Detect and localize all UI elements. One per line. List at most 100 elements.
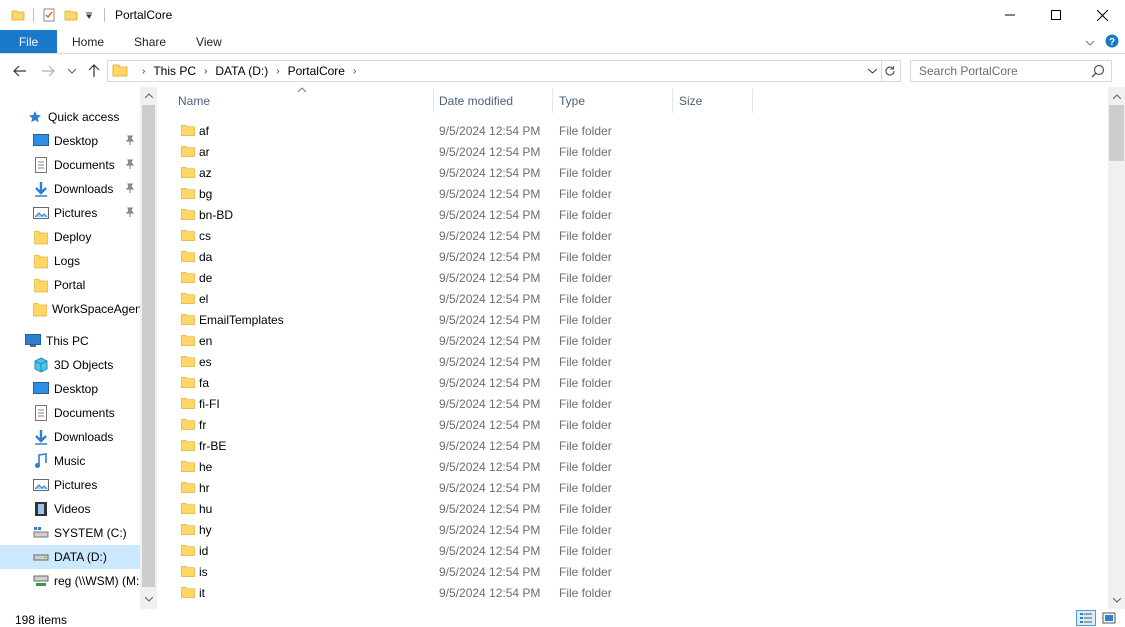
breadcrumb-data-drive[interactable]: DATA (D:) [215,64,268,78]
properties-icon[interactable] [40,6,58,24]
pin-icon[interactable] [125,183,135,196]
help-icon[interactable]: ? [1105,34,1119,51]
refresh-button[interactable] [880,60,901,82]
sidebar-item-reg-wsm-m[interactable]: reg (\\WSM) (M: [0,569,140,593]
file-name: bn-BD [199,208,234,222]
column-header-size[interactable]: Size [673,87,753,115]
maximize-button[interactable] [1033,0,1079,30]
large-icons-view-button[interactable] [1099,610,1119,626]
table-row[interactable]: en 9/5/2024 12:54 PM File folder [160,330,760,351]
table-row[interactable]: id 9/5/2024 12:54 PM File folder [160,540,760,561]
table-row[interactable]: fr 9/5/2024 12:54 PM File folder [160,414,760,435]
customize-toolbar-icon[interactable] [80,6,98,24]
search-icon[interactable] [1091,64,1105,81]
table-row[interactable]: hy 9/5/2024 12:54 PM File folder [160,519,760,540]
table-row[interactable]: cs 9/5/2024 12:54 PM File folder [160,225,760,246]
column-header-date[interactable]: Date modified [433,87,553,115]
sidebar-item-videos[interactable]: Videos [0,497,140,521]
address-bar[interactable]: › This PC › DATA (D:) › PortalCore › [107,60,882,82]
scroll-up-arrow[interactable] [140,87,157,104]
breadcrumb-portalcore[interactable]: PortalCore [288,64,345,78]
sidebar-item-portal[interactable]: Portal [0,273,140,297]
sidebar-item-music[interactable]: Music [0,449,140,473]
sidebar-item-desktop[interactable]: Desktop [0,377,140,401]
sidebar-item-desktop[interactable]: Desktop [0,129,140,153]
drive-icon [33,549,49,565]
pin-icon[interactable] [125,207,135,220]
sidebar-item-workspaceagen[interactable]: WorkSpaceAgen [0,297,142,321]
table-row[interactable]: it 9/5/2024 12:54 PM File folder [160,582,760,603]
details-view-button[interactable] [1076,610,1096,626]
sidebar-item-downloads[interactable]: Downloads [0,425,140,449]
file-list-scrollbar[interactable] [1108,87,1125,609]
search-input[interactable]: Search PortalCore [910,60,1112,82]
forward-button[interactable] [40,62,56,80]
column-separator[interactable] [752,89,753,113]
sidebar-item-data-d[interactable]: DATA (D:) [0,545,140,569]
nav-quick-access[interactable]: Quick access [0,105,140,129]
folder-icon [181,123,195,140]
address-dropdown-button[interactable] [863,61,881,81]
tab-file[interactable]: File [0,30,57,53]
close-button[interactable] [1079,0,1125,30]
table-row[interactable]: el 9/5/2024 12:54 PM File folder [160,288,760,309]
table-row[interactable]: fa 9/5/2024 12:54 PM File folder [160,372,760,393]
sidebar-item-downloads[interactable]: Downloads [0,177,140,201]
table-row[interactable]: af 9/5/2024 12:54 PM File folder [160,120,760,141]
sidebar-item-system-c[interactable]: SYSTEM (C:) [0,521,140,545]
table-row[interactable]: az 9/5/2024 12:54 PM File folder [160,162,760,183]
table-row[interactable]: de 9/5/2024 12:54 PM File folder [160,267,760,288]
sidebar-item-pictures[interactable]: Pictures [0,473,140,497]
column-header-type[interactable]: Type [553,87,673,115]
sidebar-item-label: Pictures [54,206,98,220]
table-row[interactable]: es 9/5/2024 12:54 PM File folder [160,351,760,372]
table-row[interactable]: is 9/5/2024 12:54 PM File folder [160,561,760,582]
chevron-right-icon[interactable]: › [353,66,356,77]
folder-icon[interactable] [9,6,27,24]
nav-this-pc[interactable]: This PC [0,329,140,353]
table-row[interactable]: bn-BD 9/5/2024 12:54 PM File folder [160,204,760,225]
nav-scroll-thumb[interactable] [142,105,155,587]
table-row[interactable]: da 9/5/2024 12:54 PM File folder [160,246,760,267]
tab-home[interactable]: Home [57,30,119,53]
table-row[interactable]: hr 9/5/2024 12:54 PM File folder [160,477,760,498]
breadcrumb-this-pc[interactable]: This PC [153,64,196,78]
sidebar-item-pictures[interactable]: Pictures [0,201,140,225]
sidebar-item-documents[interactable]: Documents [0,153,140,177]
nav-scrollbar[interactable] [140,87,157,609]
file-type: File folder [559,355,612,369]
sidebar-item-3d-objects[interactable]: 3D Objects [0,353,140,377]
chevron-right-icon[interactable]: › [276,66,279,77]
file-name: cs [199,229,211,243]
column-header-name[interactable]: Name [172,87,432,115]
table-row[interactable]: EmailTemplates 9/5/2024 12:54 PM File fold… [160,309,760,330]
table-row[interactable]: ar 9/5/2024 12:54 PM File folder [160,141,760,162]
file-list: Name Date modified Type Size af 9/5/2024 … [160,87,1108,609]
tab-view[interactable]: View [181,30,237,53]
file-type: File folder [559,271,612,285]
sidebar-item-logs[interactable]: Logs [0,249,140,273]
recent-locations-button[interactable] [66,62,78,80]
sidebar-item-deploy[interactable]: Deploy [0,225,140,249]
scroll-down-arrow[interactable] [140,591,157,608]
table-row[interactable]: he 9/5/2024 12:54 PM File folder [160,456,760,477]
scroll-down-arrow[interactable] [1108,592,1125,609]
sidebar-item-documents[interactable]: Documents [0,401,140,425]
chevron-right-icon[interactable]: › [204,66,207,77]
tab-share[interactable]: Share [119,30,181,53]
folder-icon [181,459,195,476]
file-scroll-thumb[interactable] [1109,105,1124,161]
table-row[interactable]: fr-BE 9/5/2024 12:54 PM File folder [160,435,760,456]
new-folder-icon[interactable] [62,6,80,24]
pin-icon[interactable] [125,159,135,172]
table-row[interactable]: hu 9/5/2024 12:54 PM File folder [160,498,760,519]
back-button[interactable] [12,62,28,80]
expand-ribbon-icon[interactable] [1085,36,1095,50]
table-row[interactable]: bg 9/5/2024 12:54 PM File folder [160,183,760,204]
table-row[interactable]: fi-FI 9/5/2024 12:54 PM File folder [160,393,760,414]
folder-icon [181,354,195,371]
scroll-up-arrow[interactable] [1108,88,1125,105]
minimize-button[interactable] [987,0,1033,30]
pin-icon[interactable] [125,135,135,148]
up-button[interactable] [86,62,102,80]
